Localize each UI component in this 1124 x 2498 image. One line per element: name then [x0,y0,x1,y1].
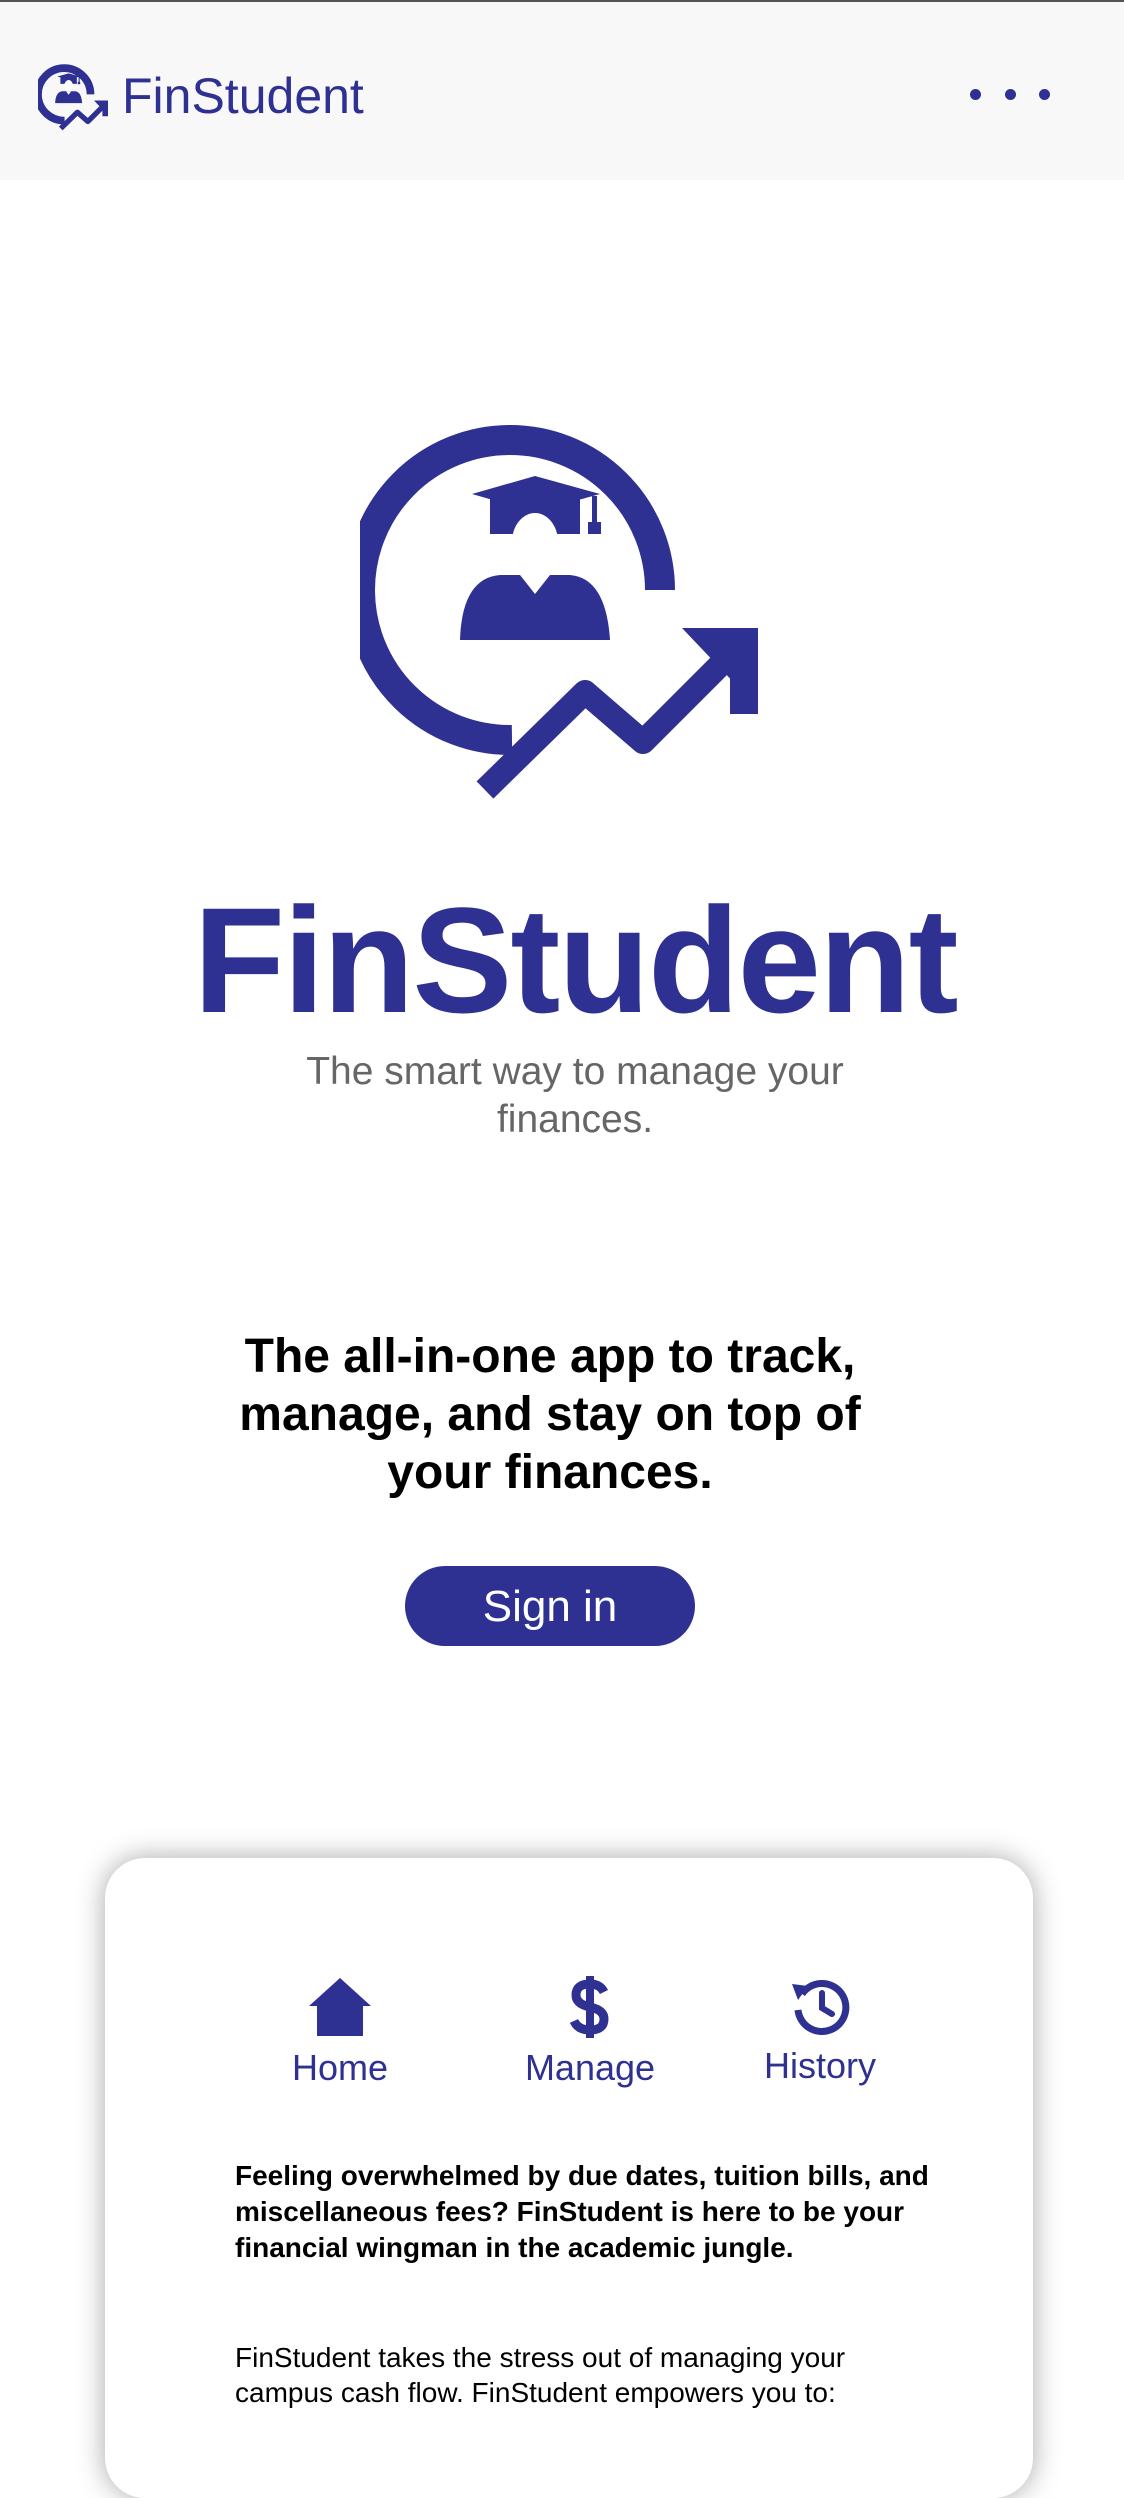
nav-history-label: History [763,2045,876,2086]
hero-subtitle: The smart way to manage your finances. [306,1050,844,1141]
nav-home[interactable]: Home [275,1976,405,2090]
header-brand-name: FinStudent [122,68,364,124]
card-body-text: FinStudent takes the stress out of manag… [235,2342,846,2408]
nav-manage-label: Manage [524,2047,656,2088]
more-menu-button[interactable] [970,72,1050,116]
app-header: FinStudent [0,2,1124,180]
info-card: Home Manage History Feeling overwhelmed … [105,1858,1033,2498]
home-icon [309,1978,371,2036]
card-intro-text: Feeling overwhelmed by due dates, tuitio… [235,2160,929,2263]
more-dot-icon [1004,88,1016,100]
more-dot-icon [1039,88,1050,100]
finstudent-logo-icon [38,64,108,131]
nav-history[interactable]: History [750,1976,890,2088]
nav-home-label: Home [291,2047,389,2088]
dollar-icon [570,1976,609,2038]
more-dot-icon [970,88,981,100]
tagline: The all-in-one app to track, manage, and… [239,1330,861,1499]
finstudent-hero-logo [360,425,758,799]
sign-in-button[interactable]: Sign in [405,1566,695,1646]
history-icon [792,1979,850,2035]
hero-title: FinStudent [193,876,958,1044]
nav-manage[interactable]: Manage [515,1976,665,2090]
